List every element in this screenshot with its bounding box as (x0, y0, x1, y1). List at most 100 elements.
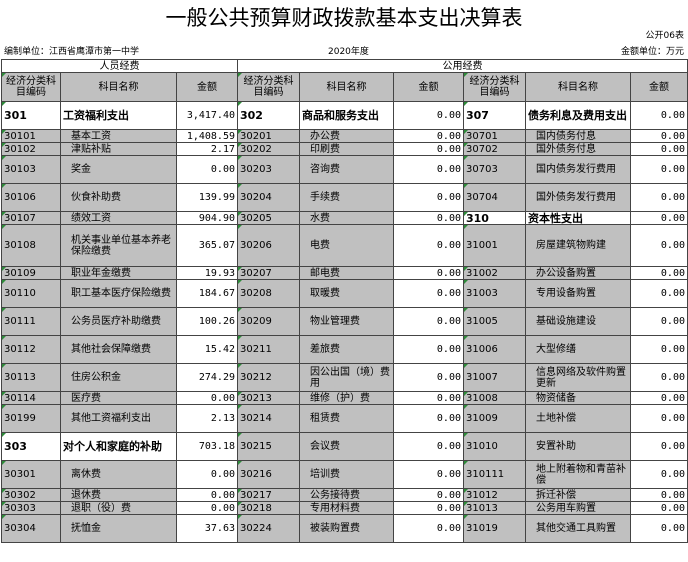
cell-item-name: 离休费 (60, 460, 177, 489)
cell-code: 30216 (237, 460, 300, 489)
cell-amount: 0.00 (630, 514, 688, 543)
table-row: 30303 退职（役）费 0.00 30218 专用材料费 0.00 31013 公务用车购置… (1, 501, 688, 515)
cell-code: 30218 (237, 501, 300, 515)
cell-item-name: 国外债务发行费用 (525, 183, 631, 212)
cell-code: 30301 (1, 460, 61, 489)
cell-amount: 0.00 (393, 211, 464, 225)
col-header-code: 经济分类科目编码 (1, 72, 61, 102)
cell-amount: 274.29 (176, 363, 238, 392)
cell-amount: 0.00 (393, 266, 464, 280)
cell-item-name: 信息网络及软件购置更新 (525, 363, 631, 392)
cell-code: 31010 (463, 432, 526, 461)
col-header-code: 经济分类科目编码 (237, 72, 300, 102)
cell-code: 30206 (237, 224, 300, 267)
cell-code: 303 (1, 432, 61, 461)
cell-item-name: 专用设备购置 (525, 279, 631, 308)
cell-code: 310 (463, 211, 526, 225)
amount-unit: 金额单位：万元 (620, 47, 684, 57)
cell-item-name: 其他社会保障缴费 (60, 335, 177, 364)
cell-item-name: 咨询费 (299, 155, 394, 184)
cell-item-name: 抚恤金 (60, 514, 177, 543)
cell-amount: 0.00 (393, 155, 464, 184)
cell-item-name: 绩效工资 (60, 211, 177, 225)
cell-code: 31012 (463, 488, 526, 502)
cell-code: 301 (1, 101, 61, 130)
cell-item-name: 国内债务发行费用 (525, 155, 631, 184)
report-title: 一般公共预算财政拨款基本支出决算表 (165, 6, 523, 30)
cell-item-name: 培训费 (299, 460, 394, 489)
cell-code: 31003 (463, 279, 526, 308)
cell-amount: 0.00 (630, 211, 688, 225)
cell-amount: 0.00 (630, 391, 688, 405)
cell-item-name: 物业管理费 (299, 307, 394, 336)
cell-item-name: 职业年金缴费 (60, 266, 177, 280)
cell-item-name: 资本性支出 (525, 211, 631, 225)
cell-item-name: 国外债务付息 (525, 142, 631, 156)
cell-item-name: 被装购置费 (299, 514, 394, 543)
cell-amount: 2.17 (176, 142, 238, 156)
cell-code: 30112 (1, 335, 61, 364)
cell-amount: 0.00 (393, 488, 464, 502)
cell-code: 30224 (237, 514, 300, 543)
cell-amount: 0.00 (630, 501, 688, 515)
cell-item-name: 公务用车购置 (525, 501, 631, 515)
cell-code: 30201 (237, 129, 300, 143)
col-header-amount: 金额 (176, 72, 238, 102)
col-header-amount: 金额 (630, 72, 688, 102)
cell-item-name: 办公设备购置 (525, 266, 631, 280)
table-row: 30103 奖金 0.00 30203 咨询费 0.00 30703 国内债务发行费用 0.00 (1, 155, 688, 184)
cell-item-name: 差旅费 (299, 335, 394, 364)
cell-code: 31009 (463, 404, 526, 433)
table-row: 30106 伙食补助费 139.99 30204 手续费 0.00 30704 国外债务发行费… (1, 183, 688, 212)
cell-amount: 0.00 (393, 404, 464, 433)
cell-item-name: 土地补偿 (525, 404, 631, 433)
cell-code: 30199 (1, 404, 61, 433)
cell-amount: 0.00 (176, 460, 238, 489)
cell-code: 31007 (463, 363, 526, 392)
table-row: 30199 其他工资福利支出 2.13 30214 租赁费 0.00 31009 土地补偿 0.… (1, 404, 688, 433)
cell-amount: 0.00 (393, 129, 464, 143)
cell-item-name: 会议费 (299, 432, 394, 461)
cell-item-name: 公务员医疗补助缴费 (60, 307, 177, 336)
cell-item-name: 房屋建筑物购建 (525, 224, 631, 267)
cell-code: 30214 (237, 404, 300, 433)
cell-code: 30303 (1, 501, 61, 515)
cell-amount: 19.93 (176, 266, 238, 280)
cell-item-name: 水费 (299, 211, 394, 225)
cell-code: 31019 (463, 514, 526, 543)
cell-amount: 0.00 (630, 307, 688, 336)
cell-code: 30701 (463, 129, 526, 143)
cell-code: 307 (463, 101, 526, 130)
cell-item-name: 对个人和家庭的补助 (60, 432, 177, 461)
cell-amount: 0.00 (176, 155, 238, 184)
cell-code: 30202 (237, 142, 300, 156)
cell-code: 30302 (1, 488, 61, 502)
cell-item-name: 取暖费 (299, 279, 394, 308)
cell-item-name: 奖金 (60, 155, 177, 184)
cell-code: 30304 (1, 514, 61, 543)
col-header-name: 科目名称 (299, 72, 394, 102)
cell-amount: 0.00 (630, 363, 688, 392)
table-row: 30302 退休费 0.00 30217 公务接待费 0.00 31012 拆迁补偿 0.00 (1, 488, 688, 502)
cell-item-name: 基础设施建设 (525, 307, 631, 336)
cell-amount: 2.13 (176, 404, 238, 433)
cell-item-name: 债务利息及费用支出 (525, 101, 631, 130)
cell-item-name: 办公费 (299, 129, 394, 143)
cell-item-name: 伙食补助费 (60, 183, 177, 212)
cell-code: 30211 (237, 335, 300, 364)
cell-code: 30103 (1, 155, 61, 184)
cell-code: 30703 (463, 155, 526, 184)
cell-amount: 139.99 (176, 183, 238, 212)
table-row: 303 对个人和家庭的补助 703.18 30215 会议费 0.00 31010 安置补助 0… (1, 432, 688, 461)
cell-item-name: 国内债务付息 (525, 129, 631, 143)
cell-amount: 0.00 (393, 501, 464, 515)
cell-item-name: 维修（护）费 (299, 391, 394, 405)
cell-code: 30209 (237, 307, 300, 336)
cell-amount: 0.00 (176, 501, 238, 515)
cell-code: 30213 (237, 391, 300, 405)
cell-amount: 3,417.40 (176, 101, 238, 130)
cell-item-name: 退休费 (60, 488, 177, 502)
cell-code: 30107 (1, 211, 61, 225)
cell-item-name: 邮电费 (299, 266, 394, 280)
cell-item-name: 基本工资 (60, 129, 177, 143)
